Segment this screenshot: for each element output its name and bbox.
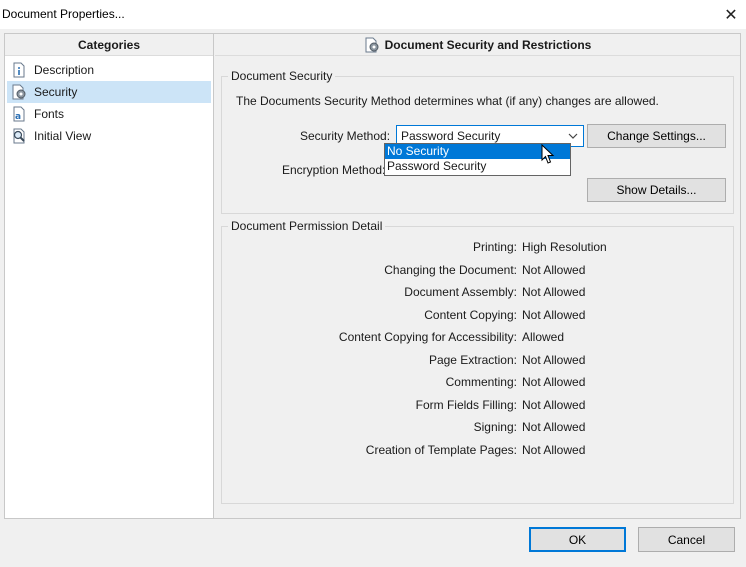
permission-key: Creation of Template Pages: [365,443,517,457]
permission-value: Not Allowed [522,285,586,299]
permission-row: Creation of Template Pages: Not Allowed [222,443,735,461]
permission-row: Page Extraction: Not Allowed [222,353,735,371]
font-page-icon: a [11,106,27,122]
security-panel: Document Security and Restrictions Docum… [215,34,740,518]
permission-value: Not Allowed [522,308,586,322]
permission-row: Printing: High Resolution [222,240,735,258]
permission-key: Document Assembly: [404,285,517,299]
permission-key: Printing: [472,240,517,254]
cancel-button[interactable]: Cancel [638,527,735,552]
mouse-cursor-icon [541,144,555,164]
permission-row: Form Fields Filling: Not Allowed [222,398,735,416]
category-label: Security [34,85,78,99]
svg-text:a: a [15,112,21,122]
permission-value: Not Allowed [522,443,586,457]
panel-header: Document Security and Restrictions [215,34,740,56]
permission-row: Signing: Not Allowed [222,420,735,438]
permission-key: Signing: [473,420,517,434]
permission-key: Changing the Document: [384,263,517,277]
close-button[interactable]: ✕ [716,0,746,30]
permission-key: Page Extraction: [428,353,517,367]
security-method-label: Security Method: [300,129,391,143]
categories-list: Categories Description Security a Fonts … [5,34,214,518]
permission-key: Commenting: [445,375,517,389]
category-fonts[interactable]: a Fonts [5,103,213,125]
permission-value: Not Allowed [522,398,586,412]
category-label: Description [34,63,95,77]
permission-detail-legend: Document Permission Detail [228,219,386,233]
properties-panel: Categories Description Security a Fonts … [4,33,741,519]
permission-key: Form Fields Filling: [415,398,517,412]
info-page-icon [11,62,27,78]
change-settings-button[interactable]: Change Settings... [587,124,726,148]
permission-detail-group: Document Permission Detail Printing: Hig… [221,219,735,504]
panel-title: Document Security and Restrictions [384,37,592,52]
permission-key: Content Copying for Accessibility: [338,330,517,344]
chevron-down-icon [568,133,578,139]
security-method-value: Password Security [401,129,501,143]
permission-row: Commenting: Not Allowed [222,375,735,393]
permission-key: Content Copying: [424,308,517,322]
show-details-button[interactable]: Show Details... [587,178,726,202]
category-label: Fonts [34,107,65,121]
permission-value: Not Allowed [522,353,586,367]
permission-row: Content Copying for Accessibility: Allow… [222,330,735,348]
security-description: The Documents Security Method determines… [236,94,659,108]
category-label: Initial View [34,129,92,143]
document-security-legend: Document Security [228,69,336,83]
category-security[interactable]: Security [7,81,211,103]
close-icon: ✕ [724,7,738,24]
permission-value: Not Allowed [522,420,586,434]
permission-row: Content Copying: Not Allowed [222,308,735,326]
encryption-method-label: Encryption Method: [282,163,386,177]
permission-value: Not Allowed [522,263,586,277]
dialog-client-area: Categories Description Security a Fonts … [0,30,746,567]
lock-gear-icon [365,37,379,52]
category-initial-view[interactable]: Initial View [5,125,213,147]
permission-value: High Resolution [522,240,607,254]
window-title: Document Properties... [2,7,125,21]
permission-value: Not Allowed [522,375,586,389]
categories-header: Categories [5,34,213,56]
title-bar: Document Properties... ✕ [0,0,746,30]
magnifier-icon [11,128,27,144]
ok-button[interactable]: OK [529,527,626,552]
permission-row: Document Assembly: Not Allowed [222,285,735,303]
lock-gear-icon [11,84,27,100]
permission-value: Allowed [522,330,565,344]
permission-row: Changing the Document: Not Allowed [222,263,735,281]
category-description[interactable]: Description [5,59,213,81]
